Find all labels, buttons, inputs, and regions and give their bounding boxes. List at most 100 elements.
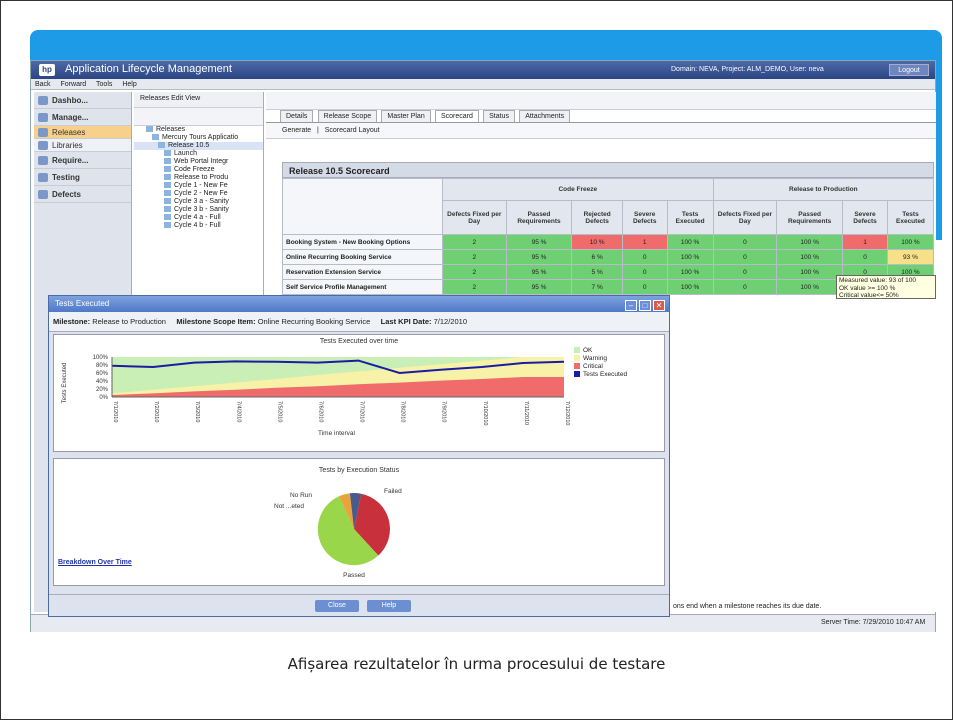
tree-menu[interactable]: Releases Edit View: [134, 92, 263, 108]
sidebar-item-label: Manage...: [52, 113, 89, 122]
table-row[interactable]: Booking System - New Booking Options 2 95 …: [282, 234, 935, 250]
kpi-cell[interactable]: 95 %: [505, 279, 573, 295]
tree-node[interactable]: Cycle 1 - New Fe: [134, 182, 263, 190]
kpi-cell[interactable]: 95 %: [505, 249, 573, 265]
kpi-cell[interactable]: 0: [712, 249, 778, 265]
minimize-icon[interactable]: –: [625, 300, 637, 311]
sidebar-item-libraries[interactable]: Libraries: [34, 139, 131, 152]
tree-node-icon: [164, 206, 171, 213]
tree-node-icon: [146, 126, 153, 133]
tree-node-icon: [164, 222, 171, 229]
tree-node[interactable]: Web Portal Integr: [134, 158, 263, 166]
kpi-cell[interactable]: 100 %: [776, 264, 844, 280]
x-tick-label: 7/3/2010: [194, 401, 200, 422]
tree-node[interactable]: Cycle 4 b - Full: [134, 222, 263, 230]
menu-back[interactable]: Back: [35, 81, 51, 88]
kpi-cell[interactable]: 100 %: [666, 249, 714, 265]
tree-node-label: Release 10.5: [168, 142, 210, 149]
tab-scorecard[interactable]: Scorecard: [434, 110, 479, 122]
kpi-cell[interactable]: 100 %: [776, 234, 844, 250]
y-tick-label: 40%: [96, 379, 109, 385]
menu-forward[interactable]: Forward: [61, 81, 87, 88]
kpi-cell[interactable]: 100 %: [666, 234, 714, 250]
maximize-icon[interactable]: □: [639, 300, 651, 311]
slide-caption: Afișarea rezultatelor în urma procesului…: [287, 655, 666, 673]
kpi-cell[interactable]: 0: [712, 234, 778, 250]
table-row[interactable]: Online Recurring Booking Service 2 95 % 6 %…: [282, 249, 935, 265]
legend-label: Warning: [583, 355, 607, 362]
kpi-cell[interactable]: 2: [442, 279, 507, 295]
close-icon[interactable]: ✕: [653, 300, 665, 311]
kpi-cell[interactable]: 0: [712, 279, 778, 295]
column-header: Tests Executed: [666, 200, 714, 235]
tree-node-icon: [164, 150, 171, 157]
release-tree: Releases Mercury Tours Applicatio Release …: [134, 126, 263, 230]
tree-node[interactable]: Cycle 4 a - Full: [134, 214, 263, 222]
kpi-cell[interactable]: 0: [621, 279, 668, 295]
sidebar-item-management[interactable]: Manage...: [34, 109, 131, 126]
x-tick-label: 7/11/2010: [523, 401, 529, 425]
logout-button[interactable]: Logout: [889, 64, 929, 76]
sidebar-item-testing[interactable]: Testing: [34, 169, 131, 186]
kpi-date-value: 7/12/2010: [433, 317, 467, 326]
kpi-cell[interactable]: 100 %: [666, 264, 714, 280]
kpi-cell[interactable]: 0: [621, 249, 668, 265]
tree-node[interactable]: Cycle 2 - New Fe: [134, 190, 263, 198]
kpi-cell[interactable]: 100 %: [776, 249, 844, 265]
y-tick-label: 80%: [96, 363, 109, 369]
kpi-cell[interactable]: 1: [842, 234, 888, 250]
kpi-cell[interactable]: 100 %: [886, 234, 935, 250]
kpi-cell[interactable]: 0: [842, 249, 888, 265]
tree-node[interactable]: Cycle 3 b - Sanity: [134, 206, 263, 214]
kpi-cell[interactable]: 100 %: [776, 279, 844, 295]
tree-node-label: Releases: [156, 126, 186, 133]
breakdown-link[interactable]: Breakdown Over Time: [58, 559, 132, 566]
tree-node[interactable]: Mercury Tours Applicatio: [134, 134, 263, 142]
help-button[interactable]: Help: [367, 600, 411, 612]
tree-node[interactable]: Cycle 3 a - Sanity: [134, 198, 263, 206]
kpi-cell[interactable]: 93 %: [886, 249, 935, 265]
kpi-cell[interactable]: 0: [712, 264, 778, 280]
close-button[interactable]: Close: [315, 600, 359, 612]
legend-label: Critical: [583, 363, 603, 370]
scorecard-layout-button[interactable]: Scorecard Layout: [325, 127, 380, 134]
tab-status[interactable]: Status: [483, 110, 515, 122]
tree-toolbar: [134, 108, 263, 126]
tab-release-scope[interactable]: Release Scope: [317, 110, 378, 122]
tree-node-label: Cycle 3 b - Sanity: [174, 206, 229, 213]
tab-details[interactable]: Details: [280, 110, 314, 122]
kpi-cell[interactable]: 0: [621, 264, 668, 280]
generate-button[interactable]: Generate: [282, 127, 311, 134]
kpi-cell[interactable]: 95 %: [505, 234, 573, 250]
kpi-cell[interactable]: 1: [621, 234, 668, 250]
kpi-cell[interactable]: 7 %: [571, 279, 623, 295]
kpi-cell[interactable]: 2: [442, 264, 507, 280]
legend-item: OK: [574, 347, 627, 355]
tree-node[interactable]: Launch: [134, 150, 263, 158]
scope-label: Milestone Scope Item:: [176, 317, 256, 326]
kpi-cell[interactable]: 2: [442, 249, 507, 265]
x-tick-label: 7/9/2010: [441, 401, 447, 422]
tab-attachments[interactable]: Attachments: [519, 110, 571, 122]
tab-master-plan[interactable]: Master Plan: [381, 110, 431, 122]
kpi-cell[interactable]: 100 %: [666, 279, 714, 295]
tree-node[interactable]: Release to Produ: [134, 174, 263, 182]
kpi-cell[interactable]: 10 %: [571, 234, 623, 250]
kpi-cell[interactable]: 6 %: [571, 249, 623, 265]
menu-help[interactable]: Help: [122, 81, 136, 88]
sidebar-item-defects[interactable]: Defects: [34, 186, 131, 203]
x-tick-label: 7/10/2010: [482, 401, 488, 425]
kpi-cell[interactable]: 95 %: [505, 264, 573, 280]
tree-node[interactable]: Releases: [134, 126, 263, 134]
menu-tools[interactable]: Tools: [96, 81, 112, 88]
x-tick-label: 7/4/2010: [235, 401, 241, 422]
tree-node-label: Cycle 4 b - Full: [174, 222, 221, 229]
kpi-cell[interactable]: 2: [442, 234, 507, 250]
sidebar-item-label: Require...: [52, 156, 89, 165]
tree-node[interactable]: Release 10.5: [134, 142, 263, 150]
tree-node[interactable]: Code Freeze: [134, 166, 263, 174]
sidebar-item-dashboard[interactable]: Dashbo...: [34, 92, 131, 109]
sidebar-item-releases[interactable]: Releases: [34, 126, 131, 139]
sidebar-item-requirements[interactable]: Require...: [34, 152, 131, 169]
kpi-cell[interactable]: 5 %: [571, 264, 623, 280]
